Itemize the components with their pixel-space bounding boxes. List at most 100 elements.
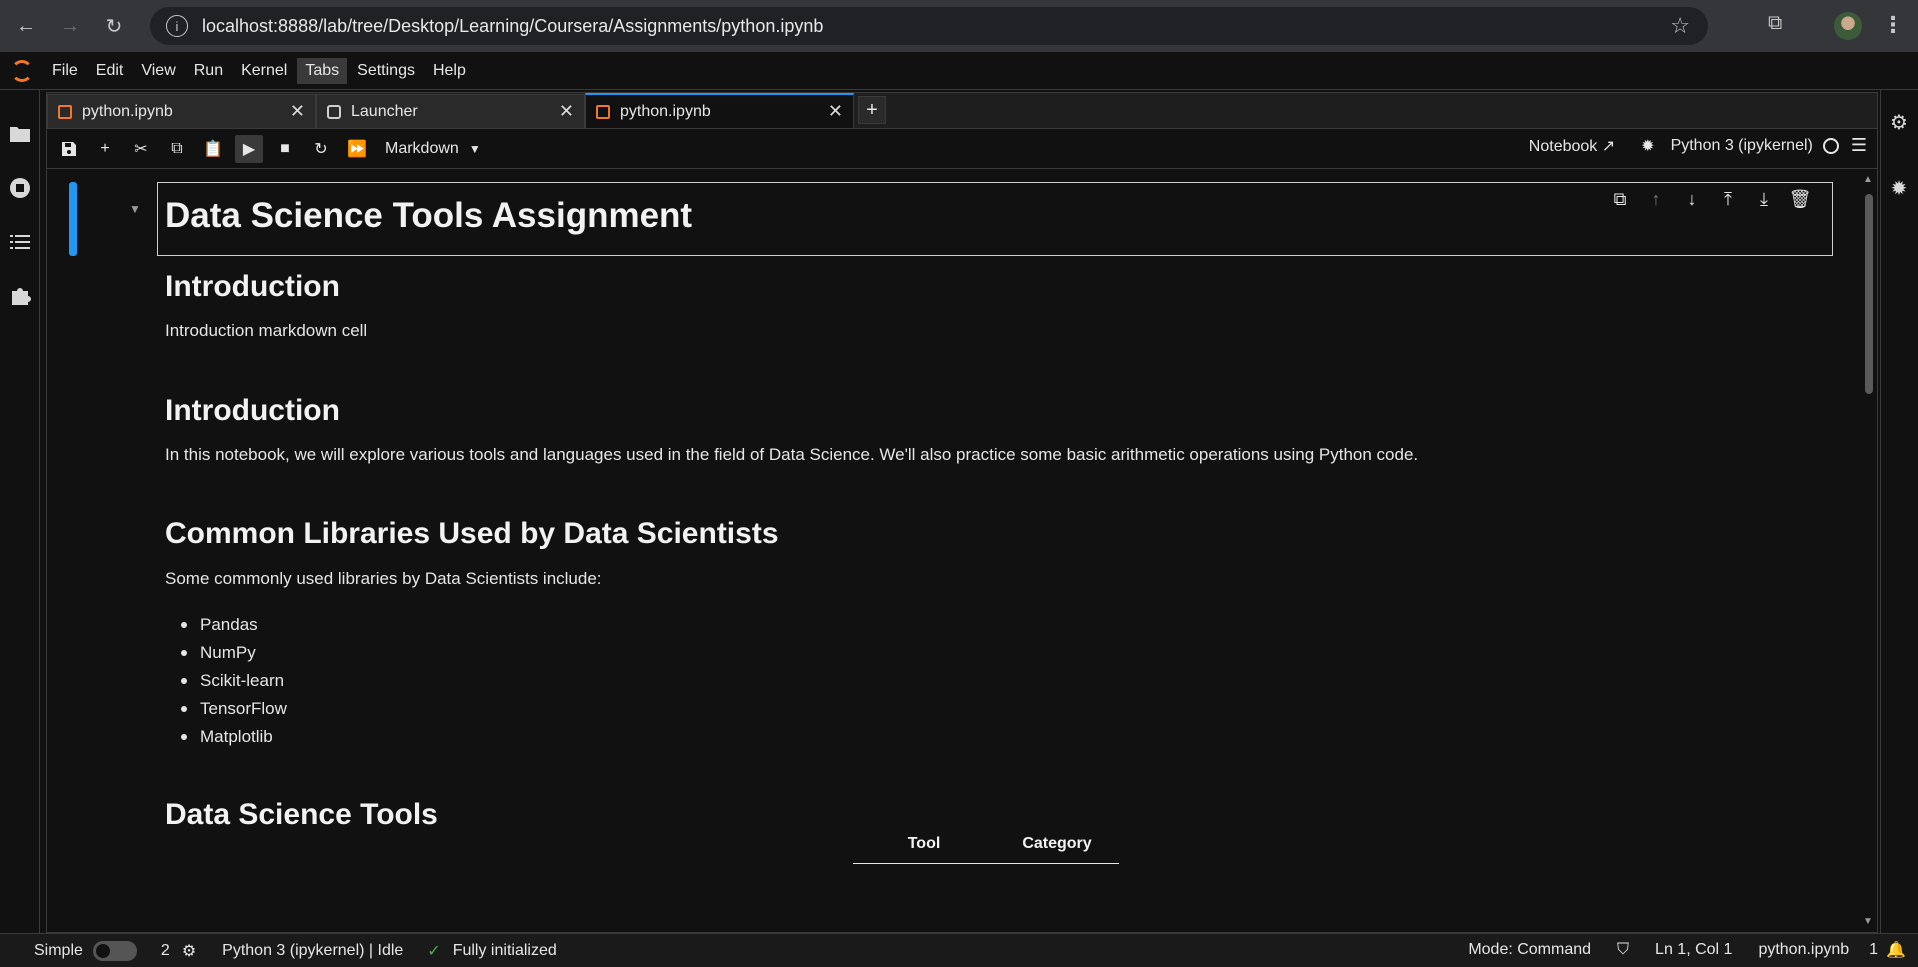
browser-menu-icon[interactable]: ⋮ <box>1882 12 1904 38</box>
intro-paragraph: In this notebook, we will explore variou… <box>165 445 1419 464</box>
delete-cell-icon[interactable]: 🗑 <box>1782 189 1818 210</box>
intro-text: Introduction markdown cell <box>165 321 368 340</box>
duplicate-cell-icon[interactable]: ⧉ <box>1602 189 1638 210</box>
add-cell-icon[interactable]: + <box>91 135 119 163</box>
terminal-icon[interactable]: ⚙ <box>182 941 196 961</box>
close-icon[interactable]: ✕ <box>828 101 843 122</box>
bell-icon[interactable]: 🔔 <box>1886 940 1906 960</box>
chevron-down-icon: ▼ <box>468 141 481 156</box>
kernel-status[interactable]: Python 3 (ipykernel) | Idle <box>222 942 403 960</box>
libraries-heading: Common Libraries Used by Data Scientists <box>165 517 779 550</box>
tab-python-notebook-1[interactable]: python.ipynb ✕ <box>47 94 316 128</box>
scroll-up-icon[interactable]: ▲ <box>1863 174 1873 185</box>
stop-icon[interactable]: ■ <box>271 135 299 163</box>
folder-icon[interactable] <box>8 122 32 146</box>
tab-label: python.ipynb <box>620 102 711 120</box>
cell-type-dropdown[interactable]: Markdown ▼ <box>385 140 481 158</box>
active-cell-indicator[interactable] <box>69 182 77 256</box>
bookmark-star-icon[interactable]: ☆ <box>1670 13 1690 39</box>
libraries-list: Pandas NumPy Scikit-learn TensorFlow Mat… <box>165 613 287 753</box>
move-up-icon[interactable]: ↑ <box>1638 189 1674 210</box>
fast-forward-icon[interactable]: ⏩ <box>343 135 371 163</box>
right-sidebar: ⚙ ✹ <box>1880 90 1918 933</box>
menu-icon[interactable]: ☰ <box>1851 135 1867 156</box>
menu-help[interactable]: Help <box>425 58 474 84</box>
close-icon[interactable]: ✕ <box>290 101 305 122</box>
save-icon[interactable] <box>55 135 83 163</box>
main-dock-panel: python.ipynb ✕ Launcher ✕ python.ipynb ✕… <box>46 92 1878 933</box>
copy-icon[interactable]: ⧉ <box>163 135 191 163</box>
tab-launcher[interactable]: Launcher ✕ <box>316 94 585 128</box>
kernel-status-icon <box>1822 137 1839 154</box>
move-down-icon[interactable]: ↓ <box>1674 189 1710 210</box>
tools-table-header: Tool Category <box>853 824 1119 864</box>
launcher-icon <box>327 104 341 119</box>
kernel-count[interactable]: 2 <box>161 942 170 960</box>
notebook-icon <box>596 104 610 119</box>
debugger-icon[interactable]: ✹ <box>1887 176 1911 200</box>
url-text[interactable]: localhost:8888/lab/tree/Desktop/Learning… <box>202 16 823 37</box>
table-of-contents-icon[interactable] <box>8 230 32 254</box>
profile-avatar[interactable] <box>1834 12 1862 40</box>
back-icon[interactable]: ← <box>8 8 44 44</box>
cell-type-value: Markdown <box>385 139 459 157</box>
check-icon: ✓ <box>427 942 441 960</box>
reload-icon[interactable]: ↻ <box>96 8 132 44</box>
close-icon[interactable]: ✕ <box>559 101 574 122</box>
menu-file[interactable]: File <box>44 58 86 84</box>
external-link-icon: ↗ <box>1601 137 1616 155</box>
extension-puzzle-icon[interactable] <box>8 284 32 308</box>
notebook-panel[interactable]: ▼ ⧉ ↑ ↓ ⤒ ⤓ 🗑 Data Science Tools Assignm… <box>47 170 1859 932</box>
insert-above-icon[interactable]: ⤒ <box>1710 189 1746 210</box>
new-launcher-icon[interactable]: + <box>858 96 886 124</box>
jupyter-logo-icon <box>0 52 44 90</box>
shield-icon[interactable]: ⛉ <box>1617 941 1629 959</box>
scroll-thumb[interactable] <box>1865 194 1873 394</box>
tab-python-notebook-2[interactable]: python.ipynb ✕ <box>585 93 854 128</box>
property-inspector-icon[interactable]: ⚙ <box>1887 110 1911 134</box>
cursor-position[interactable]: Ln 1, Col 1 <box>1655 941 1732 959</box>
tab-bar: python.ipynb ✕ Launcher ✕ python.ipynb ✕… <box>47 93 1877 129</box>
column-header-tool: Tool <box>907 834 941 852</box>
libraries-text: Some commonly used libraries by Data Sci… <box>165 569 602 588</box>
mode-status: Mode: Command <box>1468 941 1592 958</box>
paste-icon[interactable]: 📋 <box>199 135 227 163</box>
menu-run[interactable]: Run <box>186 58 231 84</box>
toolbar-right: Notebook ↗ ✹ Python 3 (ipykernel) ☰ <box>1529 135 1867 156</box>
simple-mode-label: Simple <box>34 941 83 959</box>
notebook-icon <box>58 104 72 119</box>
insert-below-icon[interactable]: ⤓ <box>1746 189 1782 210</box>
site-info-icon[interactable]: i <box>166 15 188 37</box>
list-item: Matplotlib <box>165 725 287 753</box>
notification-count[interactable]: 1 <box>1869 941 1878 959</box>
status-bar: Simple 2 ⚙ Python 3 (ipykernel) | Idle ✓… <box>0 933 1918 967</box>
menu-kernel[interactable]: Kernel <box>233 58 295 84</box>
menu-settings[interactable]: Settings <box>349 58 423 84</box>
list-item: TensorFlow <box>165 697 287 725</box>
list-item: NumPy <box>165 641 287 669</box>
cut-icon[interactable]: ✂ <box>127 135 155 163</box>
scroll-down-icon[interactable]: ▼ <box>1863 916 1873 927</box>
kernel-name-button[interactable]: Python 3 (ipykernel) <box>1671 137 1813 155</box>
vertical-scrollbar[interactable]: ▲ ▼ <box>1859 170 1877 932</box>
list-item: Scikit-learn <box>165 669 287 697</box>
menu-tabs[interactable]: Tabs <box>297 57 348 84</box>
status-right: Mode: Command ⛉ Ln 1, Col 1 python.ipynb… <box>1442 940 1906 960</box>
open-notebook-button[interactable]: Notebook ↗ <box>1529 136 1615 156</box>
debugger-toggle-icon[interactable]: ✹ <box>1641 136 1654 156</box>
tab-label: python.ipynb <box>82 102 173 120</box>
running-kernels-icon[interactable] <box>8 176 32 200</box>
simple-mode-toggle[interactable] <box>92 940 137 961</box>
collapse-caret-icon[interactable]: ▼ <box>129 202 141 216</box>
menu-view[interactable]: View <box>133 58 183 84</box>
address-bar[interactable]: i localhost:8888/lab/tree/Desktop/Learni… <box>150 7 1708 45</box>
tools-heading: Data Science Tools <box>165 798 438 831</box>
menu-edit[interactable]: Edit <box>88 58 132 84</box>
restart-icon[interactable]: ↻ <box>307 135 335 163</box>
run-icon[interactable]: ▶ <box>235 134 263 163</box>
forward-icon[interactable]: → <box>52 8 88 44</box>
notebook-toolbar: + ✂ ⧉ 📋 ▶ ■ ↻ ⏩ Markdown ▼ Notebook ↗ ✹ … <box>47 129 1877 169</box>
notebook-title: Data Science Tools Assignment <box>165 196 693 235</box>
extensions-icon[interactable]: ⧉ <box>1768 12 1794 38</box>
column-header-category: Category <box>1022 834 1092 852</box>
